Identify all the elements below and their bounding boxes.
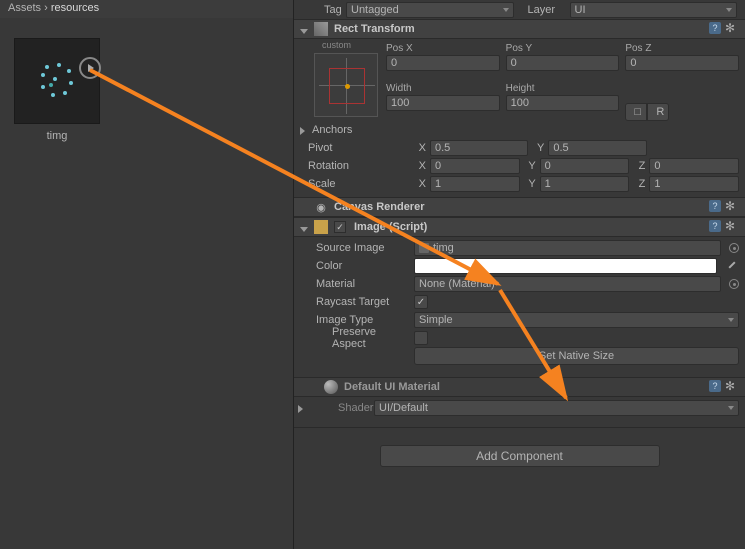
material-title: Default UI Material xyxy=(344,381,440,393)
asset-thumbnail[interactable] xyxy=(14,38,100,124)
preserve-aspect-label: Preserve Aspect xyxy=(300,326,410,350)
canvas-renderer-icon: ◉ xyxy=(314,201,328,214)
width-label: Width xyxy=(386,83,500,94)
gear-icon[interactable] xyxy=(725,200,739,214)
project-panel: Assets › resources timg xyxy=(0,0,294,549)
canvas-renderer-title: Canvas Renderer xyxy=(334,201,425,213)
tag-label: Tag xyxy=(302,4,340,16)
gear-icon[interactable] xyxy=(725,22,739,36)
anchors-foldout[interactable] xyxy=(300,126,308,134)
anchors-label: Anchors xyxy=(312,124,352,136)
breadcrumb-root[interactable]: Assets xyxy=(8,2,41,14)
pos-y-label: Pos Y xyxy=(506,43,620,54)
height-field[interactable]: 100 xyxy=(506,95,620,111)
rotation-y-field[interactable]: 0 xyxy=(540,158,630,174)
rect-transform-icon xyxy=(314,22,328,36)
eyedropper-icon[interactable] xyxy=(725,259,739,273)
source-image-label: Source Image xyxy=(300,242,410,254)
width-field[interactable]: 100 xyxy=(386,95,500,111)
asset-name[interactable]: timg xyxy=(14,130,100,142)
image-component-header[interactable]: Image (Script) ? xyxy=(294,217,745,237)
scale-y-field[interactable]: 1 xyxy=(540,176,630,192)
image-component-icon xyxy=(314,220,328,234)
raycast-checkbox[interactable] xyxy=(414,295,428,309)
object-picker-icon[interactable] xyxy=(729,243,739,253)
scale-x-field[interactable]: 1 xyxy=(430,176,520,192)
help-icon[interactable]: ? xyxy=(709,200,721,212)
foldout-icon[interactable] xyxy=(300,223,308,231)
layer-value: UI xyxy=(575,4,586,16)
object-picker-icon[interactable] xyxy=(729,279,739,289)
shader-dropdown[interactable]: UI/Default xyxy=(374,400,739,416)
pos-z-field[interactable]: 0 xyxy=(625,55,739,71)
tag-value: Untagged xyxy=(351,4,399,16)
breadcrumb-folder[interactable]: resources xyxy=(51,2,99,14)
material-foldout[interactable] xyxy=(298,404,306,412)
material-header[interactable]: Default UI Material ? xyxy=(294,377,745,397)
canvas-renderer-header[interactable]: ◉ Canvas Renderer ? xyxy=(294,197,745,217)
rect-transform-header[interactable]: Rect Transform ? xyxy=(294,19,745,39)
sprite-icon xyxy=(419,243,429,253)
asset-item[interactable]: timg xyxy=(14,38,100,142)
pos-x-label: Pos X xyxy=(386,43,500,54)
pivot-label: Pivot xyxy=(300,142,410,154)
anchor-preset-top-label: custom xyxy=(322,40,351,50)
scale-z-field[interactable]: 1 xyxy=(649,176,739,192)
sprite-preview-icon xyxy=(37,61,77,101)
add-component-button[interactable]: Add Component xyxy=(380,445,660,467)
rotation-x-field[interactable]: 0 xyxy=(430,158,520,174)
gear-icon[interactable] xyxy=(725,380,739,394)
rotation-z-field[interactable]: 0 xyxy=(649,158,739,174)
preserve-aspect-checkbox[interactable] xyxy=(414,331,428,345)
pos-y-field[interactable]: 0 xyxy=(506,55,620,71)
source-image-field[interactable]: timg xyxy=(414,240,721,256)
color-label: Color xyxy=(300,260,410,272)
breadcrumb[interactable]: Assets › resources xyxy=(0,0,293,18)
layer-dropdown[interactable]: UI xyxy=(570,2,738,18)
pos-x-field[interactable]: 0 xyxy=(386,55,500,71)
play-icon[interactable] xyxy=(79,57,101,79)
material-icon xyxy=(324,380,338,394)
assets-grid[interactable]: timg xyxy=(0,18,293,162)
color-field[interactable] xyxy=(414,258,717,274)
breadcrumb-separator: › xyxy=(44,2,48,14)
shader-label: Shader xyxy=(310,402,370,414)
pivot-x-field[interactable]: 0.5 xyxy=(430,140,528,156)
raw-edit-button[interactable]: R xyxy=(647,103,669,121)
image-type-label: Image Type xyxy=(300,314,410,326)
image-type-dropdown[interactable]: Simple xyxy=(414,312,739,328)
gear-icon[interactable] xyxy=(725,220,739,234)
raycast-label: Raycast Target xyxy=(300,296,410,308)
blueprint-raw-buttons[interactable]: □R xyxy=(625,103,739,121)
anchor-preset-button[interactable]: custom custom xyxy=(300,41,380,121)
help-icon[interactable]: ? xyxy=(709,220,721,232)
pivot-y-field[interactable]: 0.5 xyxy=(548,140,646,156)
scale-label: Scale xyxy=(300,178,410,190)
rect-transform-title: Rect Transform xyxy=(334,23,415,35)
blueprint-mode-button[interactable]: □ xyxy=(625,103,647,121)
inspector-panel: Tag Untagged Layer UI Rect Transform ? c… xyxy=(294,0,745,549)
set-native-size-button[interactable]: Set Native Size xyxy=(414,347,739,365)
help-icon[interactable]: ? xyxy=(709,22,721,34)
rotation-label: Rotation xyxy=(300,160,410,172)
foldout-icon[interactable] xyxy=(300,25,308,33)
help-icon[interactable]: ? xyxy=(709,380,721,392)
tag-dropdown[interactable]: Untagged xyxy=(346,2,514,18)
image-component-title: Image (Script) xyxy=(354,221,427,233)
material-value: None (Material) xyxy=(419,278,495,290)
layer-label: Layer xyxy=(520,4,564,16)
material-field[interactable]: None (Material) xyxy=(414,276,721,292)
pos-z-label: Pos Z xyxy=(625,43,739,54)
image-enabled-checkbox[interactable] xyxy=(334,221,346,233)
height-label: Height xyxy=(506,83,620,94)
source-image-value: timg xyxy=(433,242,454,254)
material-label: Material xyxy=(300,278,410,290)
